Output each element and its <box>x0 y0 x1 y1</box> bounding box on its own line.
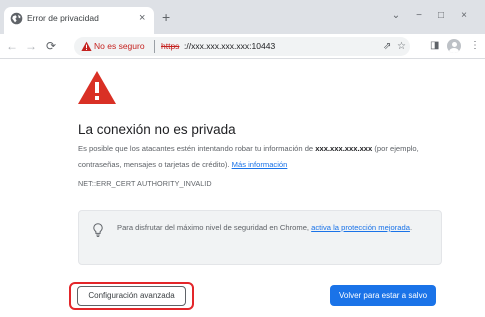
promo-text-end: . <box>409 223 413 232</box>
close-window-icon[interactable]: × <box>457 9 471 23</box>
tab-title: Error de privacidad <box>27 13 99 23</box>
back-arrow-icon[interactable]: ← <box>5 38 19 54</box>
maximize-icon[interactable]: □ <box>434 9 448 23</box>
lightbulb-icon <box>93 223 103 237</box>
profile-avatar-icon[interactable] <box>447 39 461 53</box>
menu-kebab-icon[interactable]: ⋮ <box>470 39 480 53</box>
bookmark-star-icon[interactable]: ☆ <box>397 40 406 53</box>
url-scheme: https <box>161 40 180 51</box>
tab-strip: Error de privacidad × + ⌄ − □ × <box>0 0 485 34</box>
not-secure-label[interactable]: No es seguro <box>94 41 145 51</box>
error-code: NET::ERR_CERT AUTHORITY_INVALID <box>78 179 212 188</box>
share-icon[interactable]: ⇗ <box>383 40 391 53</box>
globe-icon <box>10 12 23 25</box>
advanced-settings-button[interactable]: Configuración avanzada <box>77 286 186 306</box>
warning-triangle-icon <box>81 41 92 51</box>
host-name: xxx.xxx.xxx.xxx <box>315 144 373 153</box>
reload-icon[interactable]: ⟳ <box>44 38 58 54</box>
minimize-icon[interactable]: − <box>412 9 426 23</box>
privacy-error-page: La conexión no es privada Es posible que… <box>0 60 485 317</box>
address-bar[interactable]: No es seguro https ://xxx.xxx.xxx.xxx:10… <box>74 37 410 56</box>
tab-search-chevron-icon[interactable]: ⌄ <box>389 9 403 23</box>
tab-close-icon[interactable]: × <box>139 11 145 25</box>
forward-arrow-icon[interactable]: → <box>24 38 38 54</box>
new-tab-plus-icon[interactable]: + <box>162 9 170 25</box>
description-text: Es posible que los atacantes estén inten… <box>78 144 316 153</box>
back-to-safety-button[interactable]: Volver para estar a salvo <box>330 285 436 306</box>
learn-more-link[interactable]: Más información <box>232 160 288 169</box>
promo-text: Para disfrutar del máximo nivel de segur… <box>117 223 312 232</box>
enhanced-protection-promo: Para disfrutar del máximo nivel de segur… <box>78 210 442 265</box>
url-host: ://xxx.xxx.xxx.xxx:10443 <box>184 40 276 51</box>
enhanced-protection-link[interactable]: activa la protección mejorada <box>311 223 410 232</box>
side-panel-icon[interactable]: ◨ <box>430 39 439 53</box>
page-title: La conexión no es privada <box>78 122 236 137</box>
warning-triangle-icon <box>78 71 116 104</box>
tab-privacy-error[interactable]: Error de privacidad × <box>4 7 154 34</box>
error-description: Es posible que los atacantes estén inten… <box>78 141 458 173</box>
browser-toolbar: ← → ⟳ No es seguro https ://xxx.xxx.xxx.… <box>0 34 485 59</box>
enhanced-protection-text: Para disfrutar del máximo nivel de segur… <box>117 220 432 236</box>
omnibox-divider <box>154 40 155 53</box>
